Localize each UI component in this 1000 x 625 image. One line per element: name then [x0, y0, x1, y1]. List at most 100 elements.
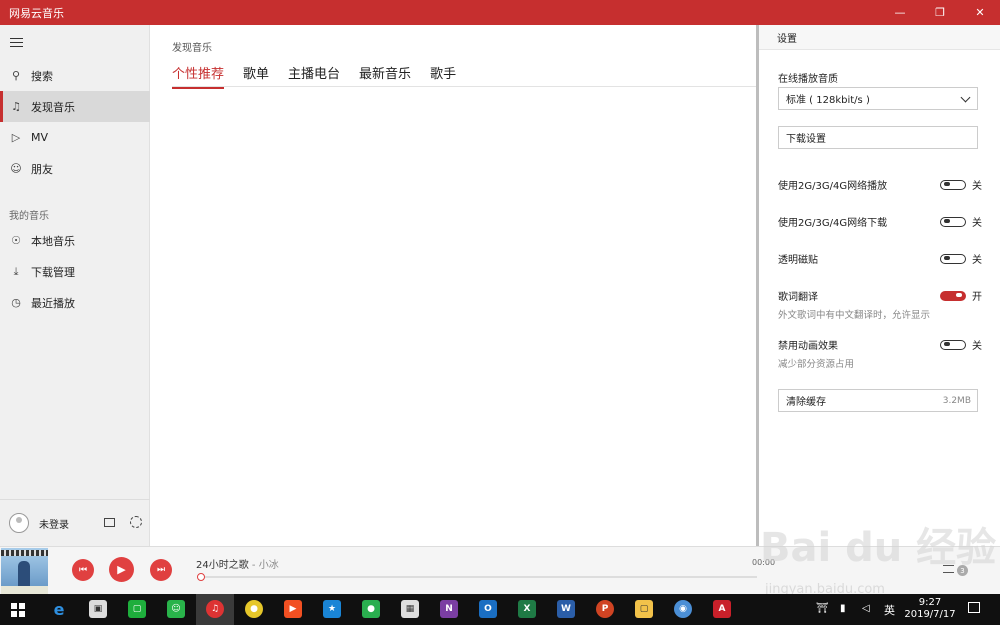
- browser-icon[interactable]: ◉: [674, 600, 692, 618]
- file-explorer-icon[interactable]: ▢: [635, 600, 653, 618]
- toggle-label: 使用2G/3G/4G网络播放: [778, 181, 888, 192]
- quality-value: 标准 ( 128kbit/s ): [786, 95, 870, 106]
- settings-header: 设置: [759, 25, 1000, 50]
- download-settings-label: 下载设置: [786, 134, 826, 145]
- sidebar-item-label: 发现音乐: [31, 100, 75, 114]
- cache-size: 3.2MB: [942, 395, 971, 406]
- volume-tray-icon[interactable]: ◁: [862, 603, 870, 614]
- iqiyi-icon[interactable]: ▢: [128, 600, 146, 618]
- sidebar-item-mv[interactable]: ▷ MV: [0, 122, 150, 153]
- divider: [172, 86, 756, 87]
- page-title: 发现音乐: [172, 43, 212, 54]
- mail-icon[interactable]: [104, 518, 115, 527]
- netease-music-icon[interactable]: ♫: [206, 600, 224, 618]
- toggle-state: 关: [972, 341, 982, 352]
- toggle-state: 关: [972, 218, 982, 229]
- wechat-icon[interactable]: ●: [362, 600, 380, 618]
- battery-tray-icon[interactable]: ▮: [840, 603, 846, 614]
- sidebar-item-friends[interactable]: ☺ 朋友: [0, 153, 150, 184]
- wechat-work-icon[interactable]: ☺: [167, 600, 185, 618]
- toggle-switch[interactable]: [940, 179, 966, 190]
- onenote-icon[interactable]: N: [440, 600, 458, 618]
- word-icon[interactable]: W: [557, 600, 575, 618]
- toggle-state: 关: [972, 255, 982, 266]
- toggle-switch[interactable]: [940, 290, 966, 301]
- toggle-label: 歌词翻译: [778, 292, 818, 303]
- previous-button[interactable]: ⏮: [72, 559, 94, 581]
- video-icon: ▷: [11, 131, 21, 144]
- toggle-mobile-download[interactable]: 关: [940, 214, 982, 229]
- album-cover[interactable]: [1, 548, 48, 594]
- sidebar-item-downloads[interactable]: ⤓ 下载管理: [0, 256, 150, 287]
- progress-handle[interactable]: [197, 573, 205, 581]
- toggle-mobile-play[interactable]: 关: [940, 177, 982, 192]
- next-icon: ⏭: [156, 565, 166, 575]
- sidebar: ⚲ 搜索 ♫ 发现音乐 ▷ MV ☺ 朋友 我的音乐 ☉ 本地音乐 ⤓ 下载管理…: [0, 25, 150, 546]
- toggle-switch[interactable]: [940, 216, 966, 227]
- toggle-label: 禁用动画效果: [778, 341, 838, 352]
- app-icon-yellow[interactable]: ●: [245, 600, 263, 618]
- sidebar-item-label: 本地音乐: [31, 234, 75, 248]
- search-icon: ⚲: [11, 69, 21, 82]
- song-separator: -: [248, 560, 259, 571]
- maximize-button[interactable]: ❐: [920, 0, 960, 25]
- window-controls: — ❐ ✕: [880, 0, 1000, 25]
- minimize-button[interactable]: —: [880, 0, 920, 25]
- watermark-logo: Bai du 经验: [760, 525, 997, 571]
- edge-icon[interactable]: e: [50, 600, 68, 619]
- store-icon[interactable]: ▣: [89, 600, 107, 618]
- media-player-icon[interactable]: ▶: [284, 600, 302, 618]
- toggle-transparent-tile[interactable]: 关: [940, 251, 982, 266]
- powerpoint-icon[interactable]: P: [596, 600, 614, 618]
- sidebar-item-label: 最近播放: [31, 296, 75, 310]
- sidebar-item-label: 下载管理: [31, 265, 75, 279]
- download-settings-button[interactable]: 下载设置: [778, 126, 978, 149]
- favorites-icon[interactable]: ★: [323, 600, 341, 618]
- clear-cache-label: 清除缓存: [786, 397, 826, 408]
- gear-icon[interactable]: [130, 516, 142, 528]
- windows-start-icon[interactable]: [11, 603, 25, 617]
- notification-icon[interactable]: [968, 602, 980, 613]
- ime-indicator[interactable]: 英: [884, 602, 895, 618]
- toggle-switch[interactable]: [940, 339, 966, 350]
- taskbar: e ▣ ▢ ☺ ♫ ● ▶ ★ ● ▦ N O X W P ▢ ◉ A ⛩ ▮ …: [0, 594, 1000, 625]
- toggle-label: 透明磁贴: [778, 255, 818, 266]
- sidebar-item-label: MV: [31, 131, 49, 144]
- next-button[interactable]: ⏭: [150, 559, 172, 581]
- main-content: 发现音乐 个性推荐 歌单 主播电台 最新音乐 歌手: [150, 25, 756, 546]
- outlook-icon[interactable]: O: [479, 600, 497, 618]
- download-icon: ⤓: [13, 264, 19, 278]
- play-icon: ▶: [117, 563, 126, 576]
- avatar[interactable]: [9, 513, 29, 533]
- acrobat-icon[interactable]: A: [713, 600, 731, 618]
- close-button[interactable]: ✕: [960, 0, 1000, 25]
- quality-select[interactable]: 标准 ( 128kbit/s ): [778, 87, 978, 110]
- sidebar-item-local-music[interactable]: ☉ 本地音乐: [0, 225, 150, 256]
- play-button[interactable]: ▶: [109, 557, 134, 582]
- toggle-description: 外文歌词中有中文翻译时，允许显示: [778, 310, 931, 321]
- toggle-disable-animation[interactable]: 关: [940, 337, 982, 352]
- clear-cache-button[interactable]: 清除缓存 3.2MB: [778, 389, 978, 412]
- toggle-lyric-translation[interactable]: 开: [940, 288, 982, 303]
- sidebar-item-recent[interactable]: ◷ 最近播放: [0, 287, 150, 318]
- clock-date: 2019/7/17: [904, 609, 956, 620]
- disc-icon: ☉: [11, 234, 21, 247]
- music-note-icon: ♫: [11, 100, 21, 113]
- progress-bar[interactable]: [197, 573, 757, 581]
- excel-icon[interactable]: X: [518, 600, 536, 618]
- clock[interactable]: 9:27 2019/7/17: [900, 597, 960, 621]
- sidebar-item-label: 朋友: [31, 162, 53, 176]
- quality-label: 在线播放音质: [778, 74, 838, 85]
- toggle-switch[interactable]: [940, 253, 966, 264]
- sidebar-item-search[interactable]: ⚲ 搜索: [0, 60, 150, 91]
- settings-panel: 设置 在线播放音质 标准 ( 128kbit/s ) 下载设置 使用2G/3G/…: [759, 25, 1000, 546]
- security-tray-icon[interactable]: ⛩: [816, 603, 829, 614]
- toggle-description: 减少部分资源占用: [778, 359, 855, 370]
- previous-icon: ⏮: [78, 565, 88, 575]
- sidebar-item-discover[interactable]: ♫ 发现音乐: [0, 91, 150, 122]
- hamburger-menu-icon[interactable]: [10, 38, 23, 50]
- calculator-icon[interactable]: ▦: [401, 600, 419, 618]
- clock-time: 9:27: [918, 597, 942, 608]
- login-status[interactable]: 未登录: [39, 516, 69, 531]
- now-playing: 24小时之歌 - 小冰: [196, 556, 279, 571]
